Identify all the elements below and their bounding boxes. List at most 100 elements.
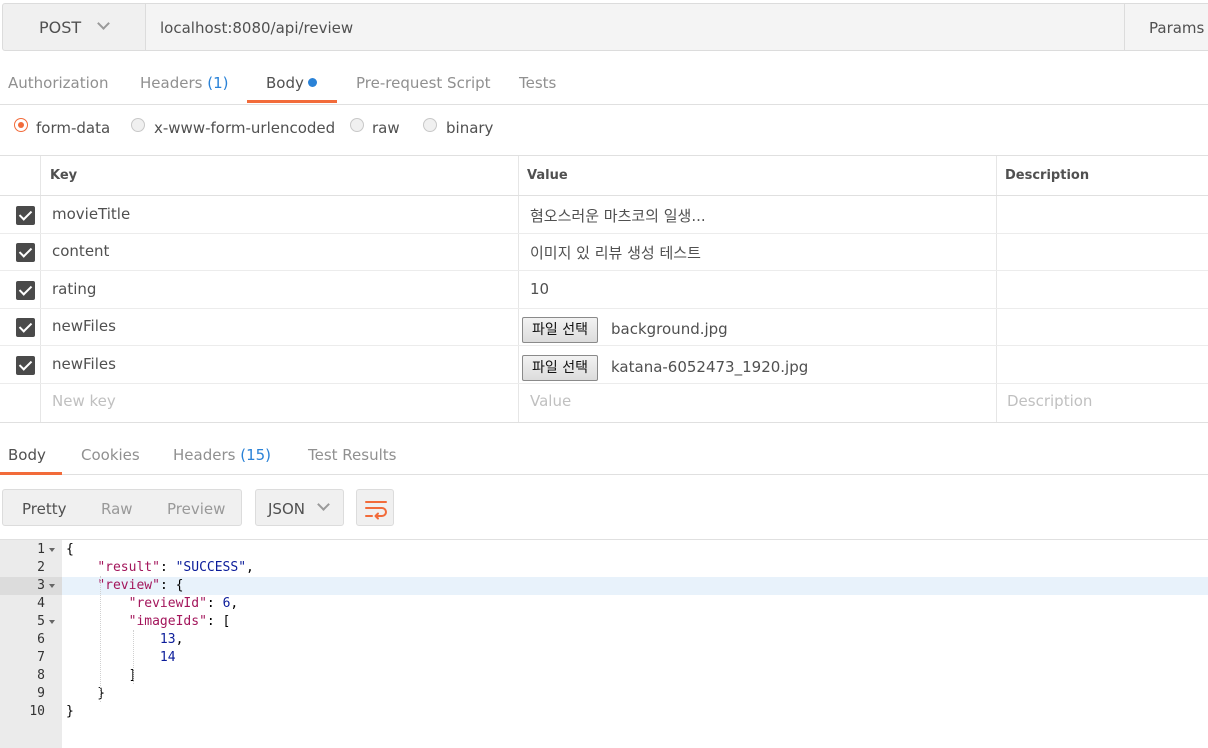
view-preview[interactable]: Preview — [167, 500, 225, 518]
row-key[interactable]: newFiles — [52, 317, 116, 335]
code-line: 5 "imageIds": [ — [0, 613, 1208, 631]
fold-arrow-icon[interactable] — [49, 548, 55, 552]
row-key[interactable]: content — [52, 242, 109, 260]
view-pretty[interactable]: Pretty — [22, 500, 67, 518]
wrap-lines-icon — [365, 501, 387, 520]
file-name: katana-6052473_1920.jpg — [611, 358, 809, 376]
choose-file-button[interactable]: 파일 선택 — [522, 317, 598, 343]
tab-authorization[interactable]: Authorization — [8, 74, 108, 92]
code-line: 9 } — [0, 685, 1208, 703]
request-url-bar: POST localhost:8080/api/review Params — [0, 0, 1208, 53]
table-row: movieTitle 혐오스러운 마츠코의 일생... — [0, 196, 1208, 234]
line-number: 8 — [37, 668, 45, 683]
method-select[interactable]: POST — [2, 3, 146, 51]
new-key-input[interactable]: New key — [52, 392, 116, 410]
radio-urlencoded[interactable] — [131, 118, 145, 132]
tab-count: (1) — [207, 74, 229, 92]
line-number: 6 — [37, 632, 45, 647]
code-text: "imageIds": [ — [128, 614, 231, 629]
view-raw[interactable]: Raw — [101, 500, 133, 518]
fold-arrow-icon[interactable] — [49, 584, 55, 588]
header-value: Value — [527, 168, 568, 183]
table-row: content 이미지 있 리뷰 생성 테스트 — [0, 233, 1208, 271]
code-line: 6 13, — [0, 631, 1208, 649]
form-data-table: Key Value Description movieTitle 혐오스러운 마… — [0, 156, 1208, 422]
code-text: "reviewId": 6, — [128, 596, 239, 611]
tab-response-headers[interactable]: Headers (15) — [173, 446, 271, 464]
row-checkbox[interactable] — [16, 281, 35, 300]
table-row: newFiles 파일 선택 katana-6052473_1920.jpg — [0, 346, 1208, 384]
tab-label: Body — [266, 74, 304, 92]
code-line: 7 14 — [0, 649, 1208, 667]
format-select[interactable]: JSON — [255, 489, 344, 526]
code-text: } — [66, 704, 74, 719]
active-tab-underline — [247, 100, 337, 103]
code-text: 13, — [159, 632, 184, 647]
response-json-editor[interactable]: 1{2 "result": "SUCCESS", 3 "review": {4 "… — [0, 539, 1208, 748]
new-row: New key Value Description — [0, 383, 1208, 421]
wrap-lines-button[interactable] — [356, 489, 394, 526]
row-value[interactable]: 10 — [530, 280, 549, 298]
tab-label: Authorization — [8, 74, 109, 92]
tab-label: Test Results — [308, 446, 397, 464]
tab-headers[interactable]: Headers (1) — [140, 74, 228, 92]
line-number: 2 — [37, 560, 45, 575]
tab-label: Body — [8, 446, 46, 464]
new-value-input[interactable]: Value — [530, 392, 571, 410]
active-tab-underline — [0, 472, 62, 475]
tab-body[interactable]: Body — [266, 74, 317, 92]
radio-binary[interactable] — [423, 118, 437, 132]
line-number: 10 — [29, 704, 45, 719]
row-checkbox[interactable] — [16, 356, 35, 375]
radio-label-urlencoded[interactable]: x-www-form-urlencoded — [154, 119, 335, 137]
format-label: JSON — [268, 500, 305, 518]
new-description-input[interactable]: Description — [1007, 392, 1092, 410]
table-header: Key Value Description — [0, 156, 1208, 196]
row-value[interactable]: 이미지 있 리뷰 생성 테스트 — [530, 242, 701, 263]
params-button[interactable]: Params — [1124, 3, 1208, 51]
radio-label-form-data[interactable]: form-data — [36, 119, 110, 137]
modified-dot-icon — [307, 78, 317, 87]
chevron-down-icon — [317, 498, 330, 511]
tab-cookies[interactable]: Cookies — [81, 446, 140, 464]
method-label: POST — [39, 18, 82, 37]
tab-label: Headers — [173, 446, 236, 464]
response-tabs: Body Cookies Headers (15) Test Results — [0, 422, 1208, 475]
row-checkbox[interactable] — [16, 318, 35, 337]
file-name: background.jpg — [611, 320, 728, 338]
radio-label-binary[interactable]: binary — [446, 119, 493, 137]
code-line: 10} — [0, 703, 1208, 721]
choose-file-button[interactable]: 파일 선택 — [522, 355, 598, 381]
line-number: 4 — [37, 596, 45, 611]
view-mode-toggle: Pretty Raw Preview — [2, 489, 242, 526]
code-line: 8 ] — [0, 667, 1208, 685]
radio-raw[interactable] — [350, 118, 364, 132]
row-checkbox[interactable] — [16, 206, 35, 225]
fold-arrow-icon[interactable] — [49, 620, 55, 624]
code-text: 14 — [159, 650, 176, 665]
tab-response-body[interactable]: Body — [8, 446, 46, 464]
line-number: 7 — [37, 650, 45, 665]
code-line: 4 "reviewId": 6, — [0, 595, 1208, 613]
radio-form-data[interactable] — [14, 118, 28, 132]
row-key[interactable]: rating — [52, 280, 96, 298]
row-value[interactable]: 혐오스러운 마츠코의 일생... — [530, 205, 706, 226]
radio-label-raw[interactable]: raw — [372, 119, 400, 137]
table-row: newFiles 파일 선택 background.jpg — [0, 308, 1208, 346]
chevron-down-icon — [97, 17, 110, 30]
params-label: Params — [1149, 19, 1205, 37]
row-key[interactable]: newFiles — [52, 355, 116, 373]
line-number: 9 — [37, 686, 45, 701]
code-line: 3 "review": { — [0, 577, 1208, 595]
url-text: localhost:8080/api/review — [160, 19, 354, 37]
tab-label: Headers — [140, 74, 203, 92]
tab-pre-request-script[interactable]: Pre-request Script — [356, 74, 491, 92]
code-text: "review": { — [97, 578, 184, 593]
tab-tests[interactable]: Tests — [519, 74, 556, 92]
tab-test-results[interactable]: Test Results — [308, 446, 396, 464]
url-input[interactable]: localhost:8080/api/review — [146, 3, 1125, 51]
tab-count: (15) — [240, 446, 272, 464]
indent-guide — [100, 576, 101, 702]
row-key[interactable]: movieTitle — [52, 205, 130, 223]
row-checkbox[interactable] — [16, 243, 35, 262]
